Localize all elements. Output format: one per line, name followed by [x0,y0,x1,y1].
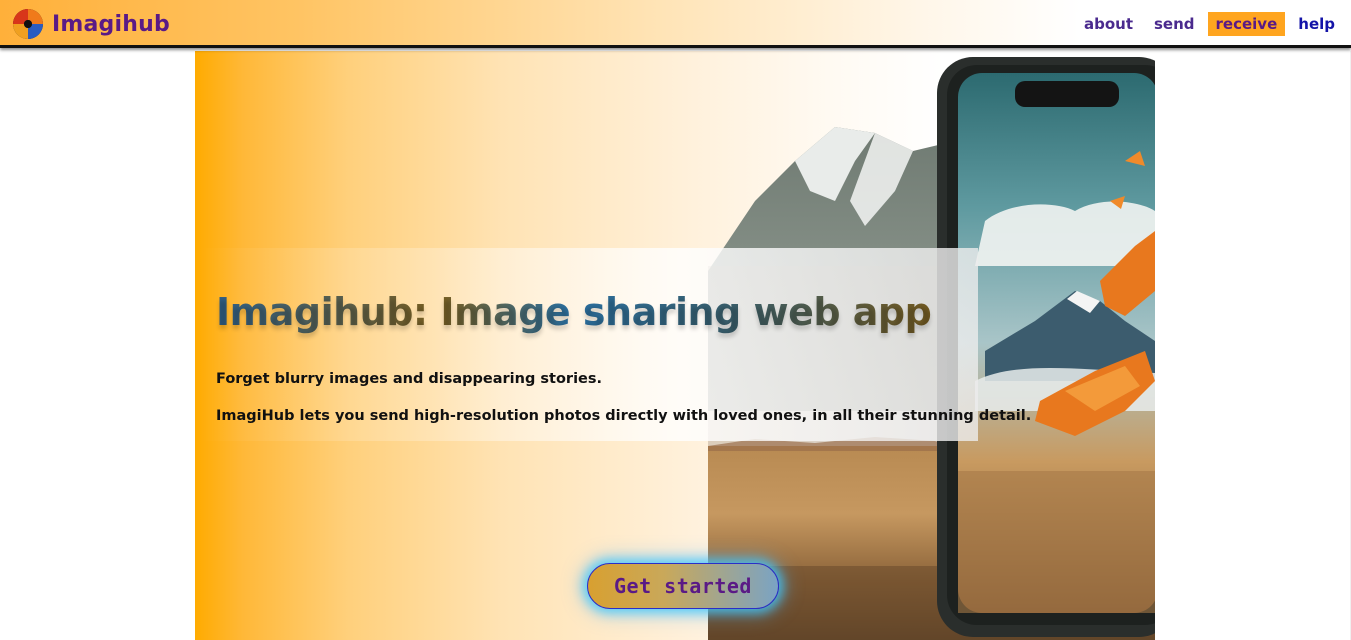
brand[interactable]: Imagihub [12,8,170,40]
top-navbar: Imagihub about send receive help [0,0,1351,48]
get-started-button[interactable]: Get started [587,563,779,609]
nav-link-receive[interactable]: receive [1207,12,1286,36]
nav-link-send[interactable]: send [1146,12,1203,36]
aperture-swirl-icon [13,9,43,39]
nav-link-about[interactable]: about [1075,12,1141,36]
app-name: Imagihub [52,11,170,37]
main-nav: about send receive help [1075,12,1343,36]
hero-content: Imagihub: Image sharing web app Forget b… [195,51,1155,640]
hero-tagline: Forget blurry images and disappearing st… [216,371,603,387]
nav-link-help[interactable]: help [1290,12,1343,36]
hero-title: Imagihub: Image sharing web app [216,289,956,335]
hero-description: ImagiHub lets you send high-resolution p… [216,408,1032,424]
